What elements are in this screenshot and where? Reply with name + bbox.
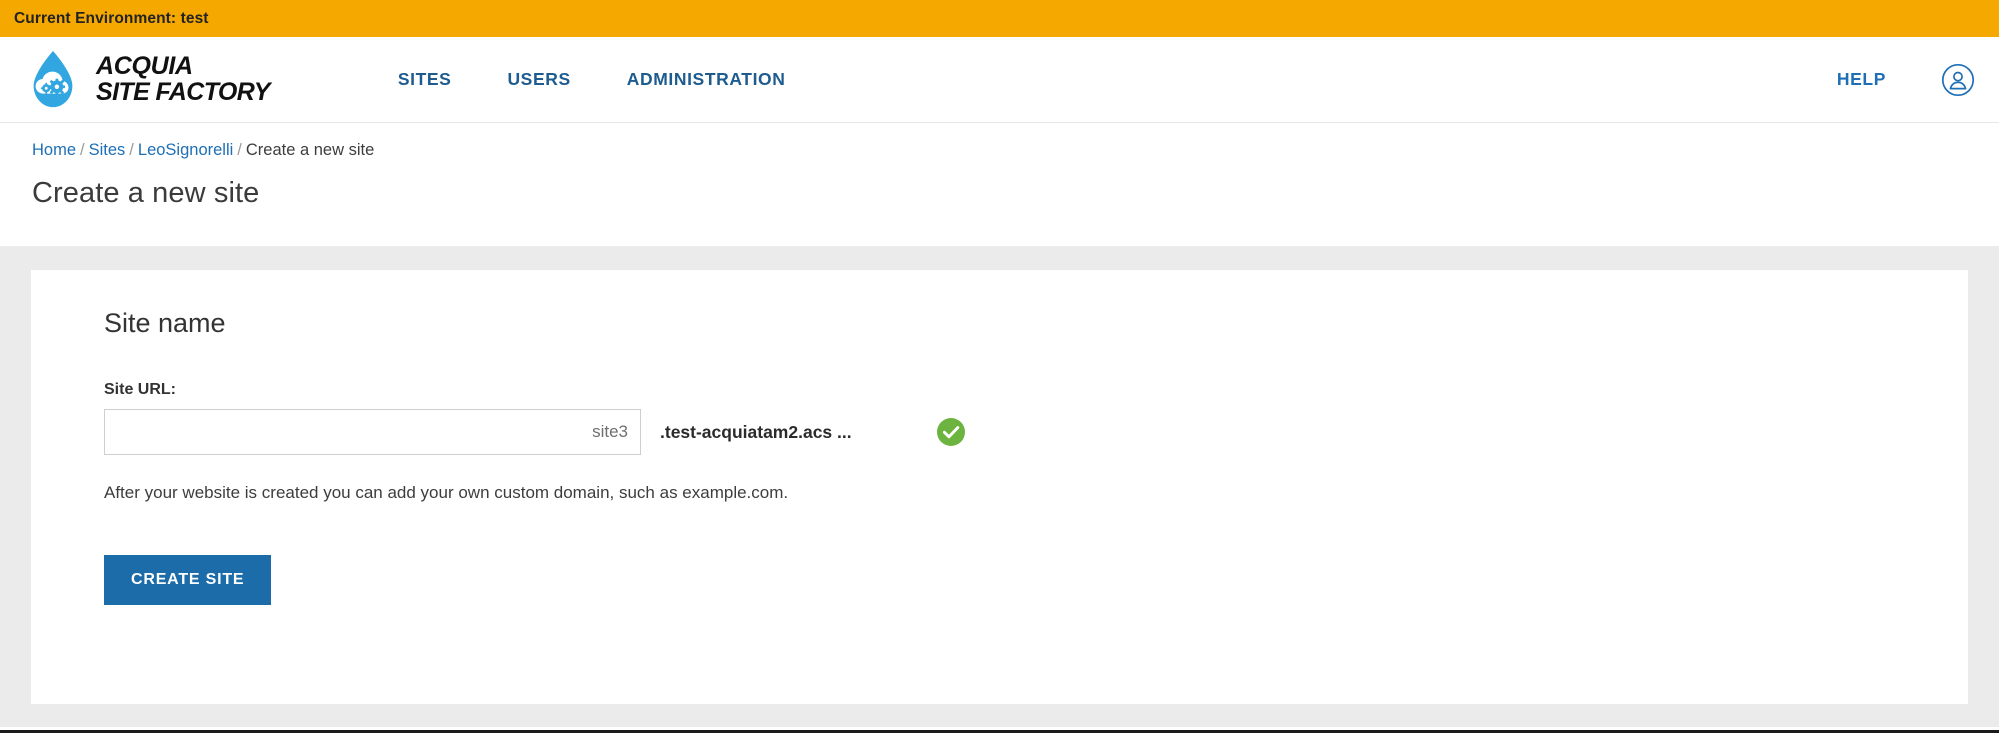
content-area: Site name Site URL: .test-acquiatam2.acs… xyxy=(0,246,1999,727)
brand-logo[interactable]: ACQUIA SITE FACTORY xyxy=(22,49,270,111)
site-url-input[interactable] xyxy=(104,409,641,455)
nav-link-users[interactable]: USERS xyxy=(507,69,570,90)
user-account-icon[interactable] xyxy=(1941,63,1975,97)
help-link[interactable]: HELP xyxy=(1837,69,1886,90)
breadcrumb-item-current: Create a new site xyxy=(245,141,375,159)
breadcrumb-separator: / xyxy=(129,141,134,159)
environment-banner: Current Environment: test xyxy=(0,0,1999,37)
breadcrumb-separator: / xyxy=(80,141,85,159)
breadcrumb-item-home[interactable]: Home xyxy=(32,141,76,159)
main-navigation: SITES USERS ADMINISTRATION xyxy=(398,69,786,90)
acquia-droplet-logo-icon xyxy=(22,49,84,111)
page-header-area: Home / Sites / LeoSignorelli / Create a new si… xyxy=(0,123,1999,210)
card-title: Site name xyxy=(104,308,226,338)
nav-link-sites[interactable]: SITES xyxy=(398,69,452,90)
site-url-domain-suffix: .test-acquiatam2.acs ... xyxy=(660,421,852,442)
breadcrumb: Home / Sites / LeoSignorelli / Create a new si… xyxy=(32,141,1999,161)
brand-wordmark-line1: ACQUIA xyxy=(96,52,193,80)
environment-banner-label: Current Environment: test xyxy=(14,9,209,27)
site-header: ACQUIA SITE FACTORY SITES USERS ADMINIST… xyxy=(0,37,1999,123)
header-right-actions: HELP xyxy=(1837,63,1975,97)
brand-wordmark-line2: SITE FACTORY xyxy=(96,78,270,106)
create-site-button[interactable]: CREATE SITE xyxy=(104,555,272,605)
site-name-card: Site name Site URL: .test-acquiatam2.acs… xyxy=(31,270,1968,704)
site-url-row: .test-acquiatam2.acs ... xyxy=(104,409,1968,455)
site-url-help-text: After your website is created you can ad… xyxy=(104,483,789,502)
site-url-label: Site URL: xyxy=(104,381,176,398)
brand-wordmark: ACQUIA SITE FACTORY xyxy=(96,54,270,105)
breadcrumb-item-leosignorelli[interactable]: LeoSignorelli xyxy=(138,141,233,159)
nav-link-administration[interactable]: ADMINISTRATION xyxy=(627,69,786,90)
breadcrumb-item-sites[interactable]: Sites xyxy=(89,141,126,159)
page-title: Create a new site xyxy=(32,176,260,209)
green-check-circle-icon xyxy=(894,417,965,447)
page-root: Current Environment: test ACQUIA SITE FA… xyxy=(0,0,1999,733)
breadcrumb-separator: / xyxy=(237,141,242,159)
